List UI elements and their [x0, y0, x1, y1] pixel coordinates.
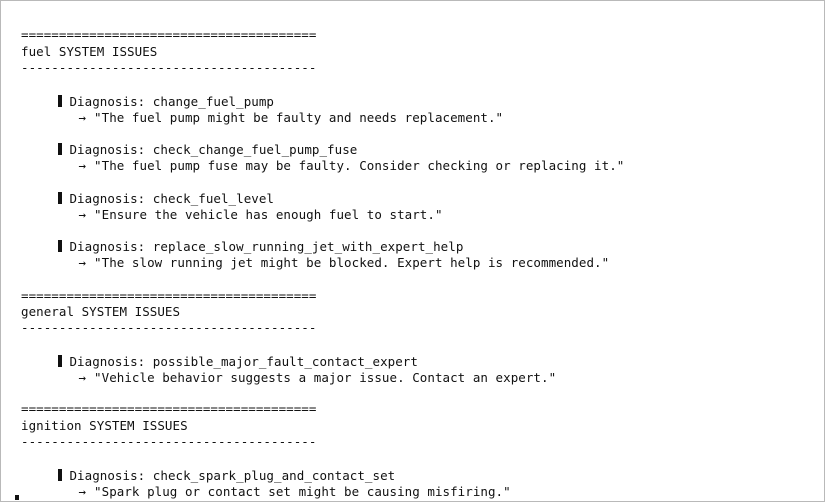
- detail-text: "The slow running jet might be blocked. …: [94, 255, 610, 270]
- detail-text: "Vehicle behavior suggests a major issue…: [94, 370, 557, 385]
- arrow-icon: →: [78, 110, 87, 125]
- arrow-icon: →: [78, 158, 87, 173]
- detail-text: "Ensure the vehicle has enough fuel to s…: [94, 207, 443, 222]
- diagnosis-line: Diagnosis: check_spark_plug_and_contact_…: [13, 452, 395, 483]
- arrow-icon: →: [78, 207, 87, 222]
- diagnosis-line: Diagnosis: check_change_fuel_pump_fuse: [13, 126, 357, 157]
- detail-text: "The fuel pump fuse may be faulty. Consi…: [94, 158, 625, 173]
- partial-next-marker-icon: [15, 495, 19, 500]
- detail-line: → "Spark plug or contact set might be cau…: [33, 468, 511, 499]
- detail-line: → "Vehicle behavior suggests a major issu…: [33, 354, 556, 385]
- section-bottom-rule: ---------------------------------------: [21, 60, 317, 75]
- arrow-icon: →: [78, 255, 87, 270]
- detail-text: "Spark plug or contact set might be caus…: [94, 484, 511, 499]
- section-title: general SYSTEM ISSUES: [21, 304, 181, 319]
- arrow-icon: →: [78, 484, 87, 499]
- section-top-rule: =======================================: [21, 401, 317, 416]
- section-top-rule: =======================================: [21, 27, 317, 42]
- detail-line: → "The slow running jet might be blocked.…: [33, 239, 609, 270]
- detail-line: → "The fuel pump might be faulty and need…: [33, 94, 503, 125]
- arrow-icon: →: [78, 370, 87, 385]
- diagnosis-output: ======================================= …: [1, 1, 824, 501]
- section-title: fuel SYSTEM ISSUES: [21, 44, 158, 59]
- detail-text: "The fuel pump might be faulty and needs…: [94, 110, 504, 125]
- section-bottom-rule: ---------------------------------------: [21, 434, 317, 449]
- detail-line: → "Ensure the vehicle has enough fuel to …: [33, 191, 443, 222]
- diagnosis-line: Diagnosis: replace_slow_running_jet_with…: [13, 223, 463, 254]
- diagnosis-line: Diagnosis: check_fuel_level: [13, 175, 274, 206]
- diagnosis-line: Diagnosis: change_fuel_pump: [13, 78, 274, 109]
- diagnosis-line: Diagnosis: possible_major_fault_contact_…: [13, 338, 418, 369]
- section-bottom-rule: ---------------------------------------: [21, 320, 317, 335]
- detail-line: → "The fuel pump fuse may be faulty. Cons…: [33, 142, 624, 173]
- section-title: ignition SYSTEM ISSUES: [21, 418, 188, 433]
- console-window: ======================================= …: [0, 0, 825, 502]
- section-top-rule: =======================================: [21, 288, 317, 303]
